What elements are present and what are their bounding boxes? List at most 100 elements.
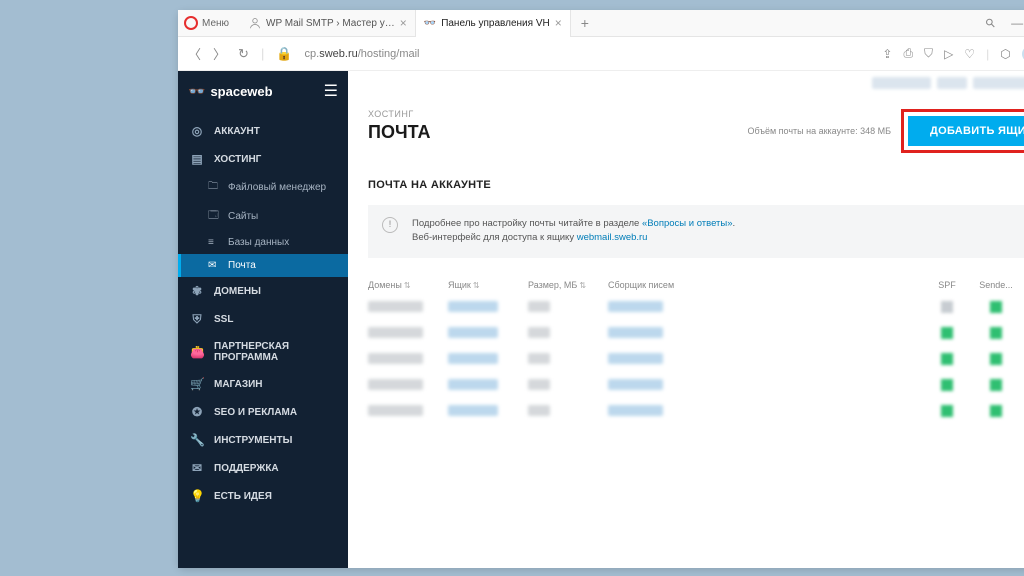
nav-label: ХОСТИНГ — [214, 154, 261, 165]
hamburger-icon[interactable]: ☰ — [324, 81, 338, 101]
sidebar-subitem[interactable]: 🗀 Файловый менеджер — [178, 173, 348, 202]
tab-active[interactable]: 👓 Панель управления VH × — [416, 10, 571, 37]
nav-label: Сайты — [228, 211, 258, 222]
sidebar: 👓 spaceweb ☰ ◎АККАУНТ ▤ ХОСТИНГ 🗀 Файловый м… — [178, 71, 348, 568]
sidebar-item[interactable]: 👛 ПАРТНЕРСКАЯ ПРОГРАММА — [178, 334, 348, 370]
forward-button[interactable]: 〉 — [213, 44, 226, 63]
col-box[interactable]: Ящик⇅ — [448, 280, 528, 290]
logo[interactable]: 👓 spaceweb — [188, 83, 273, 100]
camera-icon[interactable]: ⎙ — [903, 46, 913, 61]
col-domains[interactable]: Домены⇅ — [368, 280, 448, 290]
sidebar-item[interactable]: ✉ ПОДДЕРЖКА — [178, 454, 348, 482]
sidebar-item[interactable]: ▤ ХОСТИНГ — [178, 145, 348, 173]
sidebar-item[interactable]: 💡ЕСТЬ ИДЕЯ — [178, 482, 348, 510]
nav-icon: ◎ — [190, 124, 204, 138]
shield-icon[interactable]: ⛉ — [924, 46, 933, 61]
nav-label: Файловый менеджер — [228, 182, 326, 193]
page-title: ПОЧТА — [368, 122, 430, 143]
nav-icon: 🗔 — [208, 208, 220, 225]
close-icon[interactable]: × — [555, 16, 562, 30]
logo-icon: 👓 — [188, 83, 205, 100]
nav-icon: ⛨ — [190, 312, 204, 327]
col-size[interactable]: Размер, МБ⇅ — [528, 280, 608, 290]
main-panel: ХОСТИНГ ПОЧТА Объём почты на аккаунте: 3… — [348, 71, 1024, 568]
tab-inactive[interactable]: WP Mail SMTP › Мастер у… × — [241, 10, 416, 37]
nav-label: ПАРТНЕРСКАЯ ПРОГРАММА — [214, 341, 336, 363]
new-tab-button[interactable]: + — [571, 15, 599, 31]
toolbar-icons: ⇪ ⎙ ⛉ ▷ ♡ | ⬡ ⤓ ≡ — [882, 46, 1024, 62]
breadcrumb: ХОСТИНГ — [368, 109, 430, 119]
nav-label: SSL — [214, 314, 233, 325]
sidebar-item[interactable]: 🔧 ИНСТРУМЕНТЫ — [178, 426, 348, 454]
nav-label: ЕСТЬ ИДЕЯ — [214, 491, 272, 502]
sidebar-item[interactable]: ✪SEO И РЕКЛАМА — [178, 398, 348, 426]
divider: | — [261, 46, 264, 61]
table-row[interactable] — [368, 294, 1024, 320]
table-row[interactable] — [368, 346, 1024, 372]
col-spf[interactable]: SPF — [924, 280, 970, 290]
nav-label: ИНСТРУМЕНТЫ — [214, 435, 292, 446]
cube-icon[interactable]: ⬡ — [1000, 47, 1010, 61]
nav-icon: ≡ — [208, 237, 220, 248]
quota-label: Объём почты на аккаунте: 348 МБ — [747, 126, 891, 136]
tab-label: Панель управления VH — [441, 18, 550, 29]
nav-icon: 🛒 — [190, 377, 204, 391]
sidebar-subitem[interactable]: ≡ Базы данных — [178, 231, 348, 254]
nav-icon: ✉ — [190, 461, 204, 475]
add-mailbox-button[interactable]: ДОБАВИТЬ ЯЩИК — [908, 116, 1024, 146]
sidebar-subitem[interactable]: 🗔 Сайты — [178, 202, 348, 231]
section-title: ПОЧТА НА АККАУНТЕ — [368, 179, 1024, 191]
nav-icon: ▤ — [190, 152, 204, 166]
nav-icon: ✉ — [208, 260, 220, 271]
faq-link[interactable]: «Вопросы и ответы» — [642, 218, 733, 229]
logo-text: spaceweb — [210, 84, 272, 99]
table-row[interactable] — [368, 372, 1024, 398]
nav-label: ПОДДЕРЖКА — [214, 463, 279, 474]
info-icon: ! — [382, 217, 398, 233]
play-icon[interactable]: ▷ — [944, 47, 953, 61]
lock-icon: 🔒 — [276, 46, 292, 62]
person-icon — [249, 17, 261, 29]
highlight-box: ДОБАВИТЬ ЯЩИК — [901, 109, 1024, 153]
header-user-blur — [872, 77, 1024, 93]
nav-label: SEO И РЕКЛАМА — [214, 407, 297, 418]
nav-icon: 🔧 — [190, 433, 204, 447]
browser-tab-bar: Меню WP Mail SMTP › Мастер у… × 👓 Панель… — [178, 10, 1024, 37]
sidebar-item[interactable]: 🛒 МАГАЗИН — [178, 370, 348, 398]
nav-icon: 👛 — [190, 345, 204, 359]
nav-label: ДОМЕНЫ — [214, 286, 261, 297]
close-icon[interactable]: × — [400, 16, 407, 30]
nav-icon: ✾ — [190, 284, 204, 298]
search-icon[interactable]: ⚲ — [983, 15, 999, 31]
mail-table: Домены⇅ Ящик⇅ Размер, МБ⇅ Сборщик писем … — [368, 276, 1024, 424]
table-row[interactable] — [368, 320, 1024, 346]
back-button[interactable]: 〈 — [188, 44, 201, 63]
nav-icon: 🗀 — [208, 179, 220, 196]
sidebar-item[interactable]: ✾ ДОМЕНЫ — [178, 277, 348, 305]
sidebar-subitem[interactable]: ✉Почта — [178, 254, 348, 277]
sidebar-item[interactable]: ◎АККАУНТ — [178, 117, 348, 145]
info-text: Подробнее про настройку почты читайте в … — [412, 217, 735, 246]
table-header: Домены⇅ Ящик⇅ Размер, МБ⇅ Сборщик писем … — [368, 276, 1024, 294]
sidebar-item[interactable]: ⛨ SSL — [178, 305, 348, 334]
address-bar: 〈 〉 ↻ | 🔒 cp.sweb.ru/hosting/mail ⇪ ⎙ ⛉ … — [178, 37, 1024, 71]
table-row[interactable] — [368, 398, 1024, 424]
page-content: 👓 spaceweb ☰ ◎АККАУНТ ▤ ХОСТИНГ 🗀 Файловый м… — [178, 71, 1024, 568]
url-display[interactable]: cp.sweb.ru/hosting/mail — [305, 48, 420, 60]
sidebar-nav: ◎АККАУНТ ▤ ХОСТИНГ 🗀 Файловый менеджер 🗔 Сайты… — [178, 111, 348, 516]
spaceweb-favicon: 👓 — [424, 18, 436, 29]
tab-label: WP Mail SMTP › Мастер у… — [266, 18, 395, 29]
heart-icon[interactable]: ♡ — [964, 47, 975, 61]
nav-label: Базы данных — [228, 237, 289, 248]
col-sender[interactable]: Sende... — [970, 280, 1022, 290]
col-collector[interactable]: Сборщик писем — [608, 280, 728, 290]
nav-label: МАГАЗИН — [214, 379, 263, 390]
browser-window: Меню WP Mail SMTP › Мастер у… × 👓 Панель… — [178, 10, 1024, 568]
webmail-link[interactable]: webmail.sweb.ru — [577, 232, 648, 243]
minimize-button[interactable]: — — [1011, 16, 1023, 30]
info-banner: ! Подробнее про настройку почты читайте … — [368, 205, 1024, 258]
browser-menu[interactable]: Меню — [202, 18, 229, 29]
share-icon[interactable]: ⇪ — [882, 47, 892, 61]
reload-button[interactable]: ↻ — [238, 46, 249, 62]
opera-icon — [184, 16, 198, 30]
